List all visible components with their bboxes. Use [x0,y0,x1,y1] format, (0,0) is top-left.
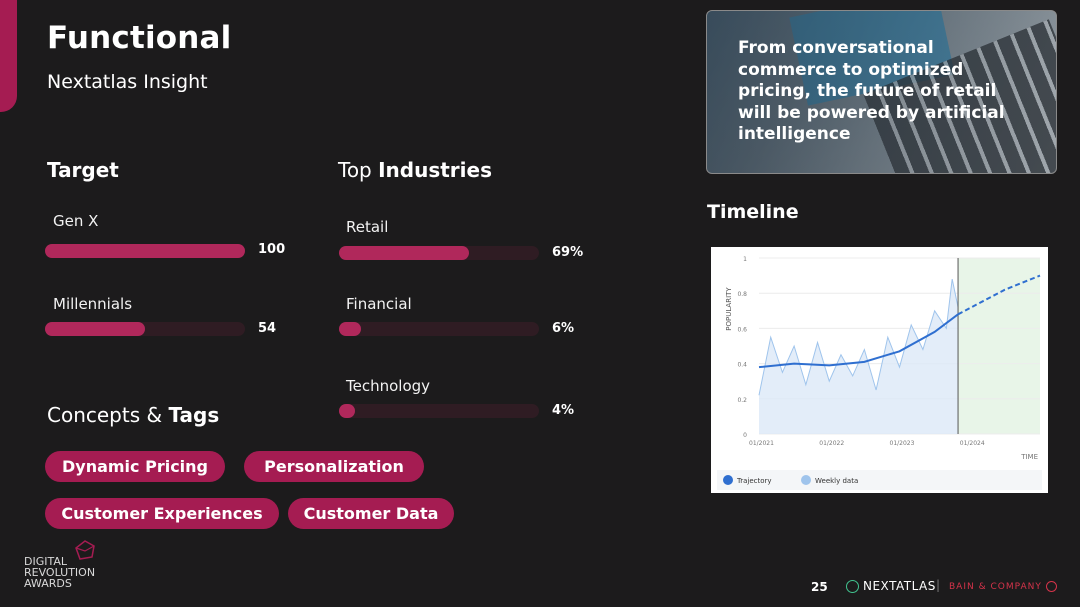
target-label-millennials: Millennials [53,295,133,313]
hero-text: From conversational commerce to optimize… [738,38,1005,144]
page-title: Functional [47,20,232,56]
tag-customer-data[interactable]: Customer Data [288,498,454,529]
industries-title-prefix: Top [338,158,372,182]
legend-trajectory-label: Trajectory [736,477,772,485]
y-axis-label: POPULARITY [725,287,733,331]
target-label-genx: Gen X [53,212,99,230]
award-emblem-icon [75,540,95,560]
tag-dynamic-pricing[interactable]: Dynamic Pricing [45,451,225,482]
target-bar-millennials-fill [45,322,145,336]
industry-value-technology: 4% [552,403,575,418]
footer-divider: | [936,578,941,592]
y-tick-label: 0.8 [737,291,747,298]
timeline-chart-svg: 1 0.8 0.6 0.4 0.2 0 POPULARITY 01/2021 01/2022 01… [717,256,1042,490]
industry-label-financial: Financial [346,295,412,313]
award-logo: DIGITAL REVOLUTION AWARDS [24,540,95,590]
hero-image: From conversational commerce to optimize… [706,10,1057,174]
legend-weekly-label: Weekly data [815,477,858,485]
industry-bar-technology-fill [339,404,355,418]
y-tick-label: 0.2 [737,397,747,404]
industry-bar-technology [339,404,539,418]
x-tick-label: 01/2023 [890,440,915,447]
forecast-region [958,258,1040,434]
industry-bar-financial [339,322,539,336]
legend-trajectory-marker [723,475,733,485]
target-title: Target [47,158,119,182]
industry-bar-financial-fill [339,322,361,336]
industry-value-financial: 6% [552,321,575,336]
y-tick-label: 0 [743,432,747,439]
timeline-chart: 1 0.8 0.6 0.4 0.2 0 POPULARITY 01/2021 01/2022 01… [711,247,1048,493]
industry-value-retail: 69% [552,245,584,260]
y-tick-label: 0.6 [737,326,747,333]
award-line-3: AWARDS [24,577,72,590]
y-tick-label: 1 [743,256,747,263]
legend-weekly-marker [801,475,811,485]
concepts-title: Concepts & Tags [47,403,219,427]
footer-partner-label: BAIN & COMPANY [949,581,1042,592]
page-number: 25 [811,580,828,594]
footer-brand-label: NEXTATLAS [863,579,936,593]
accent-tab [0,0,17,112]
industry-bar-retail-fill [339,246,469,260]
x-axis-label: TIME [1020,453,1038,461]
industry-label-retail: Retail [346,218,389,236]
nextatlas-logo-icon [846,579,859,593]
industry-label-technology: Technology [346,377,431,395]
tag-personalization[interactable]: Personalization [244,451,424,482]
weekly-data-area [759,279,959,434]
industries-title: Top Industries [338,158,492,182]
target-value-millennials: 54 [258,321,277,336]
footer-partner: BAIN & COMPANY [949,581,1057,592]
y-tick-label: 0.4 [737,362,747,369]
timeline-title: Timeline [707,201,799,223]
x-tick-label: 01/2024 [960,440,985,447]
target-bar-millennials [45,322,245,336]
industries-title-bold: Industries [378,158,492,182]
x-tick-label: 01/2022 [819,440,844,447]
x-tick-label: 01/2021 [749,440,774,447]
bain-logo-icon [1045,581,1057,592]
tag-customer-experiences[interactable]: Customer Experiences [45,498,279,529]
page-subtitle: Nextatlas Insight [47,71,208,93]
footer-brand: NEXTATLAS [846,579,936,593]
target-bar-genx [45,244,245,258]
industry-bar-retail [339,246,539,260]
concepts-title-prefix: Concepts & [47,403,163,427]
target-bar-genx-fill [45,244,245,258]
target-value-genx: 100 [258,242,286,257]
concepts-title-bold: Tags [168,403,220,427]
